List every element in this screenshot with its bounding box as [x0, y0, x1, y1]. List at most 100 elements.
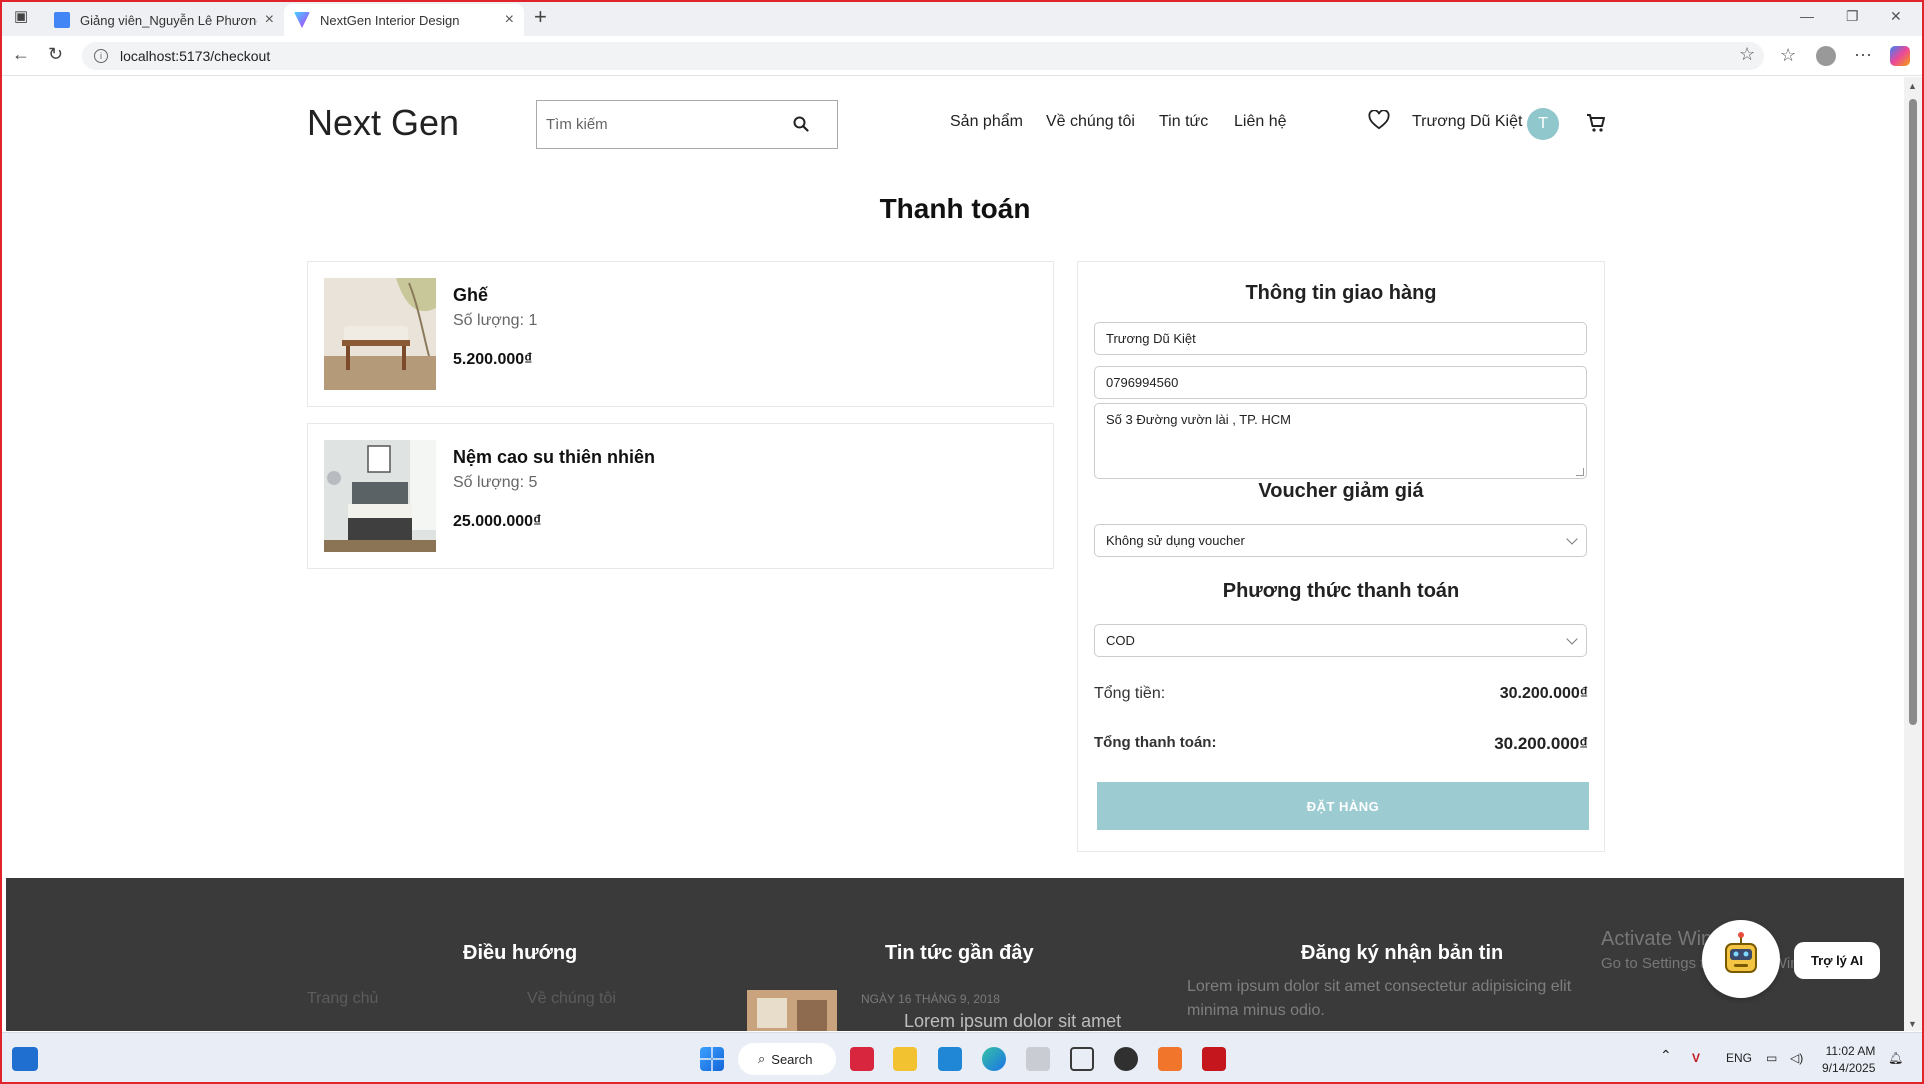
item-name: Nệm cao su thiên nhiên: [453, 447, 656, 467]
page-scrollbar[interactable]: ▲ ▼: [1904, 77, 1922, 1031]
reload-icon[interactable]: ↻: [48, 44, 63, 65]
nav-news[interactable]: Tin tức: [1159, 113, 1208, 131]
app-icon[interactable]: [850, 1047, 874, 1071]
news-title[interactable]: Lorem ipsum dolor sit amet: [904, 1011, 1121, 1031]
search-input[interactable]: [537, 101, 777, 148]
language-indicator[interactable]: ENG: [1726, 1051, 1752, 1065]
snipping-tool-icon[interactable]: [1070, 1047, 1094, 1071]
item-price: 5.200.000₫: [453, 351, 533, 368]
scroll-up-icon[interactable]: ▲: [1908, 81, 1917, 91]
scroll-down-icon[interactable]: ▼: [1908, 1019, 1917, 1029]
footer-link-home[interactable]: Trang chủ: [307, 990, 378, 1008]
cart-icon[interactable]: [1586, 113, 1606, 138]
windows-start-icon[interactable]: [700, 1047, 724, 1071]
product-image-mattress: [324, 440, 436, 552]
resize-handle[interactable]: [1576, 468, 1584, 476]
chevron-up-icon[interactable]: ⌃: [1660, 1047, 1672, 1064]
favorites-icon[interactable]: ☆: [1780, 45, 1796, 66]
product-image-chair: [324, 278, 436, 390]
taskbar-clock[interactable]: 11:02 AM 9/14/2025: [1822, 1043, 1875, 1077]
phone-field[interactable]: [1094, 366, 1587, 399]
xampp-icon[interactable]: [1158, 1047, 1182, 1071]
tab-actions-icon[interactable]: ▣: [14, 7, 28, 25]
shipping-heading: Thông tin giao hàng: [1245, 282, 1437, 304]
ai-assistant-label[interactable]: Trợ lý AI: [1794, 942, 1880, 979]
address-bar[interactable]: i localhost:5173/checkout: [82, 42, 1764, 70]
browser-tabstrip: ▣ Giảng viên_Nguyễn Lê Phương_V × NextGe…: [0, 0, 1924, 36]
ai-assistant-button[interactable]: [1702, 920, 1780, 998]
minimize-icon[interactable]: —: [1800, 8, 1814, 24]
name-field[interactable]: [1094, 322, 1587, 355]
tab-docs[interactable]: Giảng viên_Nguyễn Lê Phương_V ×: [44, 4, 284, 36]
search-icon: ⌕: [758, 1051, 766, 1066]
close-tab-icon[interactable]: ×: [505, 11, 514, 29]
voucher-heading: Voucher giảm giá: [1258, 480, 1424, 502]
item-quantity: Số lượng: 1: [453, 312, 538, 329]
search-box: [536, 100, 838, 149]
site-logo[interactable]: Next Gen: [307, 102, 459, 144]
footer-link-about[interactable]: Về chúng tôi: [527, 990, 616, 1008]
payment-select[interactable]: COD: [1094, 624, 1587, 657]
voucher-select[interactable]: Không sử dụng voucher: [1094, 524, 1587, 557]
avatar[interactable]: T: [1527, 108, 1559, 140]
cart-item: Nệm cao su thiên nhiên Số lượng: 5 25.00…: [307, 423, 1054, 569]
file-explorer-icon[interactable]: [893, 1047, 917, 1071]
checkout-panel: Thông tin giao hàng Số 3 Đường vườn lài …: [1077, 261, 1605, 852]
obs-icon[interactable]: [1114, 1047, 1138, 1071]
back-icon[interactable]: ←: [12, 44, 30, 65]
taskbar-search[interactable]: ⌕ Search: [738, 1043, 836, 1075]
address-text: Số 3 Đường vườn lài , TP. HCM: [1106, 412, 1291, 427]
notification-bell-icon[interactable]: 🔔︎: [1888, 1051, 1903, 1065]
profile-icon[interactable]: [1816, 46, 1836, 66]
tab-nextgen[interactable]: NextGen Interior Design ×: [284, 4, 524, 36]
tray-app-icon[interactable]: V: [1692, 1051, 1700, 1065]
cart-item: Ghế Số lượng: 1 5.200.000₫: [307, 261, 1054, 407]
chevron-down-icon: [1566, 633, 1578, 645]
footer-newsletter-heading: Đăng ký nhận bản tin: [1301, 942, 1504, 964]
close-window-icon[interactable]: ✕: [1890, 8, 1902, 25]
favorite-star-icon[interactable]: ☆: [1739, 44, 1755, 65]
vscode-icon[interactable]: [938, 1047, 962, 1071]
vite-icon: [294, 12, 310, 28]
total-label: Tổng thanh toán:: [1094, 734, 1217, 751]
address-field[interactable]: Số 3 Đường vườn lài , TP. HCM: [1094, 403, 1587, 479]
news-thumbnail[interactable]: [747, 990, 837, 1031]
time: 11:02 AM: [1825, 1044, 1876, 1058]
site-footer: Điều hướng Trang chủ Về chúng tôi Tin tứ…: [6, 878, 1904, 1031]
more-menu-icon[interactable]: ⋯: [1854, 45, 1872, 66]
wishlist-heart-icon[interactable]: [1368, 109, 1390, 135]
robot-icon: [1725, 932, 1757, 973]
site-info-icon[interactable]: i: [94, 49, 108, 63]
place-order-button[interactable]: ĐẶT HÀNG: [1097, 782, 1589, 830]
edge-icon[interactable]: [982, 1047, 1006, 1071]
user-name[interactable]: Trương Dũ Kiệt: [1412, 113, 1522, 131]
total-value: 30.200.000₫: [1494, 734, 1588, 753]
google-docs-icon: [54, 12, 70, 28]
search-icon[interactable]: [792, 115, 810, 138]
footer-nav-heading: Điều hướng: [463, 942, 578, 964]
chevron-down-icon: [1566, 533, 1578, 545]
new-tab-icon[interactable]: +: [534, 4, 547, 30]
close-tab-icon[interactable]: ×: [265, 11, 274, 29]
payment-heading: Phương thức thanh toán: [1222, 580, 1460, 602]
item-quantity: Số lượng: 5: [453, 474, 538, 491]
tab-title: Giảng viên_Nguyễn Lê Phương_V: [80, 12, 257, 28]
app-icon[interactable]: [1202, 1047, 1226, 1071]
network-icon[interactable]: ▭: [1766, 1051, 1777, 1065]
copilot-icon[interactable]: [1890, 46, 1910, 66]
nav-contact[interactable]: Liên hệ: [1234, 113, 1287, 131]
widgets-icon[interactable]: [12, 1047, 38, 1071]
item-price: 25.000.000₫: [453, 513, 542, 530]
page-title: Thanh toán: [879, 193, 1031, 224]
page-viewport: Next Gen Sản phẩm Về chúng tôi Tin tức L…: [6, 77, 1904, 1031]
app-icon[interactable]: [1026, 1047, 1050, 1071]
nav-about[interactable]: Về chúng tôi: [1046, 113, 1135, 131]
volume-icon[interactable]: ◁): [1790, 1051, 1803, 1065]
restore-icon[interactable]: ❐: [1846, 8, 1859, 25]
subtotal-value: 30.200.000₫: [1499, 685, 1588, 702]
voucher-selected: Không sử dụng voucher: [1106, 533, 1245, 548]
windows-taskbar: ⌕ Search ⌃ V ENG ▭ ◁) 11:02 AM 9/14/2025…: [0, 1032, 1924, 1084]
item-name: Ghế: [453, 285, 489, 305]
nav-products[interactable]: Sản phẩm: [950, 113, 1023, 131]
scrollbar-thumb[interactable]: [1909, 99, 1917, 725]
